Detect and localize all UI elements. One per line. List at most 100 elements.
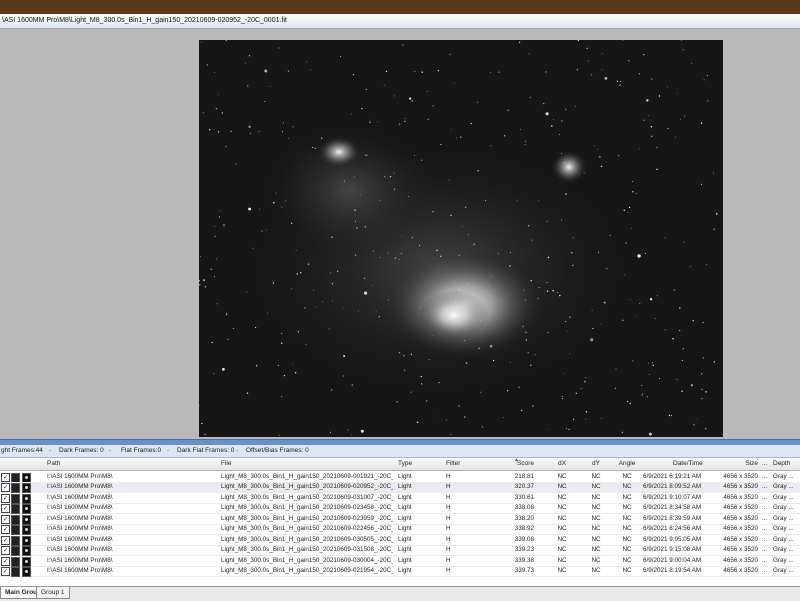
star <box>259 209 260 210</box>
star <box>530 97 531 98</box>
star <box>520 129 521 130</box>
astro-image[interactable] <box>199 40 723 437</box>
light-frames-count[interactable]: ght Frames:44 <box>1 447 43 454</box>
column-filter[interactable]: Filter <box>446 460 460 467</box>
offset-frames-count[interactable]: Offset/Bias Frames: 0 <box>246 447 309 454</box>
star <box>226 314 227 315</box>
image-viewer[interactable] <box>0 29 800 439</box>
star <box>223 224 224 225</box>
dark-flat-frames-count[interactable]: Dark Flat Frames: 0 <box>177 447 234 454</box>
star <box>573 237 574 238</box>
star <box>312 147 313 148</box>
star <box>438 70 439 71</box>
star <box>639 149 640 150</box>
star <box>246 291 247 292</box>
star <box>622 432 623 433</box>
star <box>674 289 675 290</box>
star <box>684 115 685 116</box>
tab-group-1[interactable]: Group 1 <box>36 587 70 599</box>
row-checkbox[interactable]: ✓ <box>1 494 10 503</box>
star <box>405 118 406 119</box>
star <box>219 211 220 212</box>
column-size[interactable]: Size <box>744 460 758 467</box>
star <box>508 110 509 111</box>
star <box>572 265 573 266</box>
frame-list[interactable]: Path File Type Filter ▲ Score dX dY Angl… <box>0 458 800 586</box>
star <box>454 83 455 84</box>
row-checkbox[interactable]: ✓ <box>1 473 10 482</box>
cell-dy: NC <box>586 567 606 574</box>
star <box>585 377 586 378</box>
column-type[interactable]: Type <box>398 460 412 467</box>
star <box>631 228 632 229</box>
star <box>205 286 206 287</box>
star <box>691 63 692 64</box>
star <box>672 338 673 339</box>
row-checkbox[interactable]: ✓ <box>1 567 10 576</box>
cell-depth: Gray ... <box>773 567 799 574</box>
cell-size: 4656 x 3520 <box>716 525 758 532</box>
star <box>529 53 530 54</box>
column-file[interactable]: File <box>221 460 231 467</box>
star <box>543 103 544 104</box>
cell-dy: NC <box>586 536 606 543</box>
star <box>561 219 562 220</box>
star <box>632 191 633 192</box>
row-checkbox[interactable]: ✓ <box>1 504 10 513</box>
star <box>562 398 563 399</box>
star <box>651 126 652 127</box>
row-checkbox[interactable]: ✓ <box>1 525 10 534</box>
star <box>380 257 381 258</box>
dark-frames-count[interactable]: Dark Frames: 0 <box>59 447 104 454</box>
star <box>201 423 202 424</box>
star <box>361 108 362 109</box>
flat-frames-count[interactable]: Flat Frames:0 <box>121 447 161 454</box>
column-path[interactable]: Path <box>47 460 60 467</box>
cell-filter: H <box>446 494 486 501</box>
star <box>300 272 301 273</box>
cell-path: I:\ASI 1600MM Pro\M8\ <box>47 557 217 564</box>
star <box>679 307 680 308</box>
cell-angle: NC <box>617 525 637 532</box>
row-checkbox[interactable]: ✓ <box>1 557 10 566</box>
star <box>227 339 228 340</box>
star <box>450 434 451 435</box>
cell-file: Light_M8_300.0s_Bin1_H_gain150_20210609-… <box>221 494 393 501</box>
column-score[interactable]: Score <box>514 460 534 467</box>
star <box>602 69 603 70</box>
column-angle[interactable]: Angle <box>617 460 637 467</box>
star <box>212 342 213 343</box>
star <box>426 400 427 401</box>
star <box>372 286 373 287</box>
star <box>449 179 450 180</box>
star <box>332 300 333 301</box>
star <box>490 145 491 146</box>
star <box>477 170 478 171</box>
star <box>279 435 280 436</box>
star <box>587 48 588 49</box>
row-checkbox[interactable]: ✓ <box>1 546 10 555</box>
row-checkbox[interactable]: ✓ <box>1 536 10 545</box>
column-datetime[interactable]: Date/Time <box>673 460 703 467</box>
cell-size: 4656 x 3520 <box>716 504 758 511</box>
star <box>355 221 356 222</box>
star <box>627 401 628 402</box>
cell-filter: H <box>446 536 486 543</box>
star <box>625 242 626 243</box>
column-dx[interactable]: dX <box>556 460 568 467</box>
table-row[interactable]: ✓I:\ASI 1600MM Pro\M8\Light_M8_300.0s_Bi… <box>0 566 800 578</box>
column-dy[interactable]: dY <box>590 460 602 467</box>
column-dots[interactable]: ... <box>762 460 767 467</box>
cell-file: Light_M8_300.0s_Bin1_H_gain150_20210609-… <box>221 504 393 511</box>
row-checkbox[interactable]: ✓ <box>1 483 10 492</box>
star <box>291 288 292 289</box>
star <box>601 166 602 167</box>
star <box>230 131 231 132</box>
star <box>482 426 483 427</box>
star <box>411 100 413 102</box>
star <box>617 81 618 82</box>
star <box>651 78 652 79</box>
column-depth[interactable]: Depth <box>773 460 790 467</box>
cell-filter: H <box>446 504 486 511</box>
row-checkbox[interactable]: ✓ <box>1 515 10 524</box>
